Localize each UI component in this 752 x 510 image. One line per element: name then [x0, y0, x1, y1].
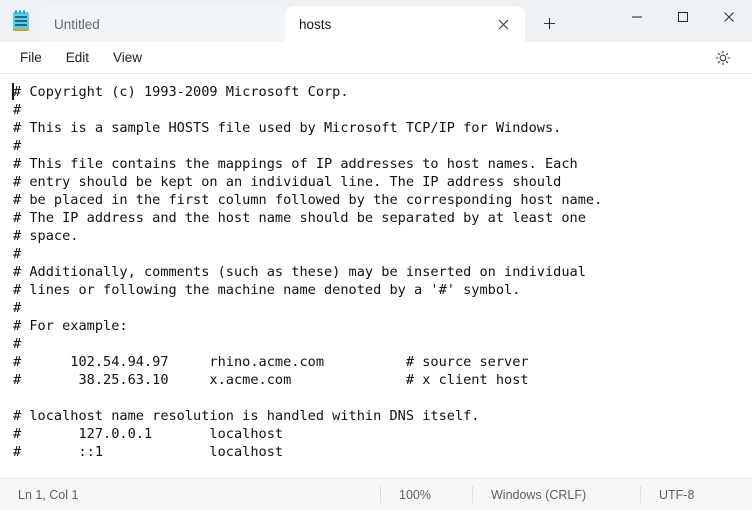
line-ending[interactable]: Windows (CRLF)	[472, 486, 640, 503]
encoding[interactable]: UTF-8	[640, 486, 752, 503]
gear-icon[interactable]	[708, 45, 738, 71]
minimize-button[interactable]	[614, 0, 660, 34]
menu-edit[interactable]: Edit	[54, 45, 101, 70]
notepad-window: Untitled hosts File Edit View # Copyrigh…	[0, 0, 752, 510]
tab-untitled[interactable]: Untitled	[40, 6, 285, 42]
maximize-button[interactable]	[660, 0, 706, 34]
zoom-level[interactable]: 100%	[380, 486, 472, 503]
window-controls	[614, 0, 752, 42]
cursor-position[interactable]: Ln 1, Col 1	[0, 488, 380, 502]
tab-hosts-label: hosts	[299, 16, 332, 32]
new-tab-button[interactable]	[533, 7, 565, 39]
notepad-icon	[12, 10, 32, 32]
title-bar: Untitled hosts	[0, 0, 752, 42]
editor-content[interactable]: # Copyright (c) 1993-2009 Microsoft Corp…	[13, 83, 752, 461]
tab-strip: Untitled hosts	[40, 0, 614, 42]
menu-view[interactable]: View	[101, 45, 154, 70]
close-tab-icon[interactable]	[491, 12, 515, 36]
tab-untitled-label: Untitled	[54, 16, 100, 32]
text-editor-area[interactable]: # Copyright (c) 1993-2009 Microsoft Corp…	[0, 74, 752, 478]
status-bar: Ln 1, Col 1 100% Windows (CRLF) UTF-8	[0, 478, 752, 510]
tab-hosts[interactable]: hosts	[285, 6, 525, 42]
menu-bar: File Edit View	[0, 42, 752, 74]
menu-file[interactable]: File	[8, 45, 54, 70]
close-button[interactable]	[706, 0, 752, 34]
